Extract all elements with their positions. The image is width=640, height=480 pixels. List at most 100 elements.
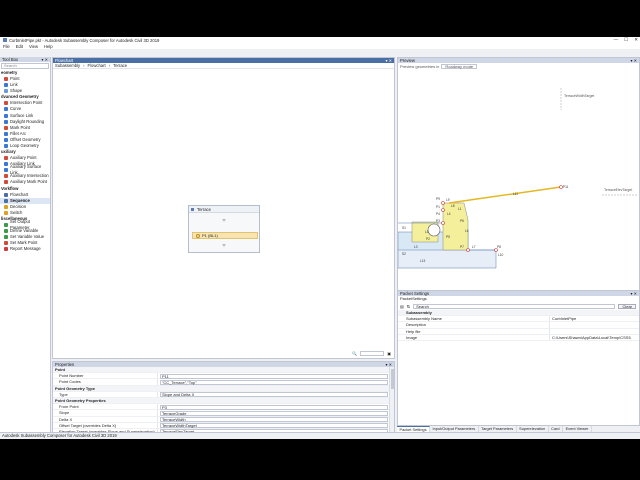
geometry-label-l3: L3: [414, 245, 418, 249]
properties-scrollbar[interactable]: [389, 367, 394, 434]
property-value-cell[interactable]: TerraceWidth: [157, 416, 394, 422]
packet-row[interactable]: Image C:\Users\Shawn\AppData\Local\Temp\C…: [398, 334, 639, 341]
panel-close-icon[interactable]: ▾ ✕: [631, 58, 637, 63]
property-value-cell[interactable]: "CC_Terrace","Top": [157, 379, 394, 385]
auxiliary-point-icon: [4, 156, 8, 161]
menu-file[interactable]: File: [3, 44, 10, 49]
alphabetical-icon[interactable]: ⇅: [407, 304, 410, 309]
property-value[interactable]: Slope and Delta X: [160, 392, 388, 398]
letterbox-bottom: [0, 439, 640, 480]
point-icon: [196, 234, 200, 238]
shape-base[interactable]: [398, 249, 497, 269]
switch-icon: [4, 210, 8, 215]
property-value-cell[interactable]: TerraceGrade: [157, 410, 394, 416]
shape-curb[interactable]: [442, 202, 469, 251]
breadcrumb-subassembly[interactable]: Subassembly: [55, 63, 80, 68]
properties-header: Properties ▾ ✕: [53, 362, 394, 367]
geometry-label-l13: L13: [420, 259, 426, 263]
preview-title: Preview: [400, 58, 415, 63]
toolbox-item-label: Offset Geometry: [10, 136, 41, 142]
sequence-node-terrace[interactable]: Terrace P1 (BL1): [188, 205, 260, 253]
menu-view[interactable]: View: [29, 44, 38, 49]
point-p1[interactable]: [441, 201, 445, 205]
packet-property-value[interactable]: [549, 328, 639, 334]
geometry-label-p4: P4: [436, 212, 440, 216]
toolbox-item-label: Switch: [10, 209, 23, 215]
toolbox-item-label: Flowchart: [10, 191, 29, 197]
breadcrumb: Subassembly › Flowchart › Terrace: [53, 63, 394, 69]
sequence-icon: [4, 198, 8, 203]
menu-edit[interactable]: Edit: [16, 44, 23, 49]
geometry-label-l1: L1: [458, 207, 462, 211]
link-l11[interactable]: [448, 186, 562, 204]
breadcrumb-flowchart[interactable]: Flowchart: [88, 63, 106, 68]
property-value[interactable]: "CC_Terrace","Top": [160, 379, 388, 385]
menu-help[interactable]: Help: [44, 44, 53, 49]
toolbox-item-label: Fillet Arc: [10, 130, 27, 136]
property-name: Point Number: [59, 373, 84, 379]
pipe-circle[interactable]: [427, 223, 441, 237]
sequence-node-title: Terrace: [189, 206, 259, 213]
geometry-label-s1: S1: [402, 226, 406, 230]
property-value[interactable]: TerraceWidth: [160, 417, 388, 422]
panel-pin-icon[interactable]: ▾ ✕: [42, 57, 48, 62]
preview-mode-dropdown[interactable]: Roadway mode: [441, 63, 478, 69]
properties-title: Properties: [55, 362, 75, 367]
property-value-cell[interactable]: P3: [157, 404, 394, 410]
property-name: Point Geometry Type: [55, 385, 95, 391]
point-p8[interactable]: [466, 248, 470, 252]
geometry-label-l10: L10: [498, 253, 504, 257]
categorized-icon[interactable]: ▤: [400, 304, 404, 309]
panel-close-icon[interactable]: ▾ ✕: [631, 291, 637, 296]
toolbox-item-label: Auxiliary Mark Point: [10, 179, 48, 185]
arrow-down-icon: [222, 219, 226, 222]
toolbox-header: Tool Box ▾ ✕: [0, 57, 50, 62]
zoom-search-icon[interactable]: 🔍: [352, 351, 357, 356]
property-value[interactable]: TerraceWidthTarget: [160, 423, 388, 429]
window-title: CurbInletPipe.pkt - Autodesk Subassembly…: [9, 37, 160, 43]
property-value-cell[interactable]: Slope and Delta X: [157, 391, 394, 398]
breadcrumb-terrace[interactable]: Terrace: [113, 63, 127, 68]
packet-toolbar: ▤ ⇅ Search Clear: [398, 302, 639, 310]
packet-property-name: Subassembly: [406, 310, 432, 315]
preview-canvas[interactable]: TerraceWidthTarget TerraceElevTarget P11…: [398, 70, 639, 287]
zoom-input[interactable]: [360, 351, 385, 356]
property-name: Offset Target (overrides Delta X): [59, 422, 117, 428]
packet-property-value[interactable]: CurbInletPipe: [549, 316, 639, 322]
packet-property-value[interactable]: [549, 322, 639, 328]
packet-search-input[interactable]: Search: [413, 303, 616, 309]
geometry-label-p1: P1: [436, 205, 440, 209]
clear-button[interactable]: Clear: [618, 303, 636, 309]
geometry-label-l8: L8: [451, 204, 455, 208]
toolbox-item-label: Curve: [10, 106, 22, 112]
toolbox-panel: Tool Box ▾ ✕ Search eometry Point Link Shap…: [0, 57, 51, 435]
point-p4[interactable]: [441, 208, 445, 212]
offset-geometry-icon: [4, 137, 8, 142]
point-p3[interactable]: [441, 221, 445, 225]
scrollbar-thumb[interactable]: [391, 369, 394, 389]
toolbox-item-label: Daylight Rounding: [10, 118, 45, 124]
geometry-label-l9: L9: [446, 198, 450, 202]
property-value[interactable]: P3: [160, 404, 388, 410]
property-value[interactable]: P11: [160, 373, 388, 379]
property-name: Slope: [59, 410, 70, 416]
geometry-label-p7: P7: [460, 245, 464, 249]
toolbox-item-label: Mark Point: [10, 124, 31, 130]
preview-mode-label: Preview geometries in: [400, 63, 440, 69]
property-value-cell[interactable]: P11: [157, 373, 394, 379]
property-value[interactable]: TerraceGrade: [160, 410, 388, 416]
packet-property-name: Image: [406, 334, 418, 340]
packet-property-value[interactable]: C:\Users\Shawn\AppData\Local\Temp\CSS5: [549, 334, 639, 340]
geometry-label-p6: P6: [460, 219, 464, 223]
fit-icon[interactable]: ▣: [387, 351, 391, 356]
auxiliary-mark-point-icon: [4, 180, 8, 185]
panel-close-icon[interactable]: ▾ ✕: [386, 58, 392, 63]
sequence-icon: [191, 208, 194, 211]
property-value-cell[interactable]: TerraceWidthTarget: [157, 422, 394, 429]
report-message-icon: [4, 247, 8, 252]
point-element-p1[interactable]: P1 (BL1): [192, 232, 258, 239]
toolbox-item-report-message[interactable]: Report Message: [0, 246, 50, 252]
toolbox-search-input[interactable]: Search: [1, 63, 49, 69]
packet-property-name: Description: [406, 322, 427, 328]
intersection-point-icon: [4, 101, 8, 106]
